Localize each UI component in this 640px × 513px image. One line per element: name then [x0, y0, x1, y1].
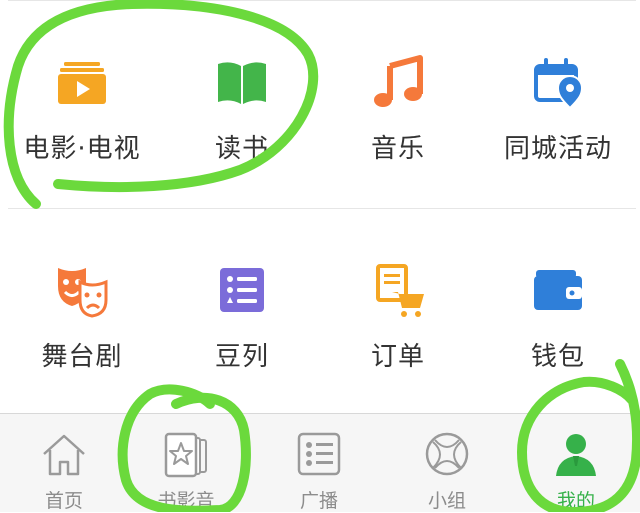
tab-broadcast[interactable]: 广播: [255, 414, 383, 512]
grid-item-theater[interactable]: 舞台剧: [2, 214, 162, 404]
grid-item-local-events[interactable]: 同城活动: [478, 10, 638, 200]
globe-icon: [425, 432, 469, 476]
tab-label: 我的: [556, 490, 595, 512]
wallet-icon: [534, 270, 582, 310]
star-cards-icon: [164, 432, 207, 478]
grid-item-label: 同城活动: [503, 134, 612, 164]
movie-tv-icon: [58, 62, 106, 104]
tab-label: 广播: [299, 490, 338, 512]
grid-item-doulist[interactable]: 豆列: [162, 214, 322, 404]
grid-item-wallet[interactable]: 钱包: [478, 214, 638, 404]
grid-item-label: 音乐: [370, 134, 425, 164]
theater-masks-icon: [58, 268, 108, 318]
list-icon: [220, 268, 264, 312]
grid-row-2: 舞台剧 豆列 订单 钱包: [0, 214, 640, 414]
book-icon: [218, 62, 266, 104]
bottom-tab-bar: 首页 书影音 广播 小组 我的: [0, 413, 640, 512]
row-divider: [8, 208, 636, 209]
grid-item-orders[interactable]: 订单: [318, 214, 478, 404]
grid-item-movie-tv[interactable]: 电影·电视: [2, 10, 162, 200]
tab-label: 首页: [44, 490, 83, 512]
tab-home[interactable]: 首页: [0, 414, 128, 512]
home-icon: [43, 434, 85, 476]
grid-row-1: 电影·电视 读书 音乐 同城活动: [0, 10, 640, 210]
tab-books-movies-music[interactable]: 书影音: [122, 414, 250, 512]
order-cart-icon: [376, 264, 424, 317]
grid-item-books[interactable]: 读书: [162, 10, 322, 200]
tab-label: 小组: [427, 490, 466, 512]
list-card-icon: [297, 432, 341, 476]
grid-item-label: 电影·电视: [23, 134, 141, 164]
grid-item-label: 读书: [214, 134, 269, 164]
top-divider: [8, 0, 636, 1]
music-note-icon: [374, 55, 423, 107]
calendar-location-icon: [534, 58, 584, 110]
grid-item-label: 舞台剧: [41, 342, 123, 372]
tab-label: 书影音: [157, 490, 215, 512]
grid-item-music[interactable]: 音乐: [318, 10, 478, 200]
grid-item-label: 订单: [370, 342, 425, 372]
tab-mine[interactable]: 我的: [512, 414, 640, 512]
person-icon: [556, 434, 596, 476]
grid-item-label: 钱包: [530, 342, 585, 372]
tab-groups[interactable]: 小组: [383, 414, 511, 512]
grid-item-label: 豆列: [214, 342, 269, 372]
